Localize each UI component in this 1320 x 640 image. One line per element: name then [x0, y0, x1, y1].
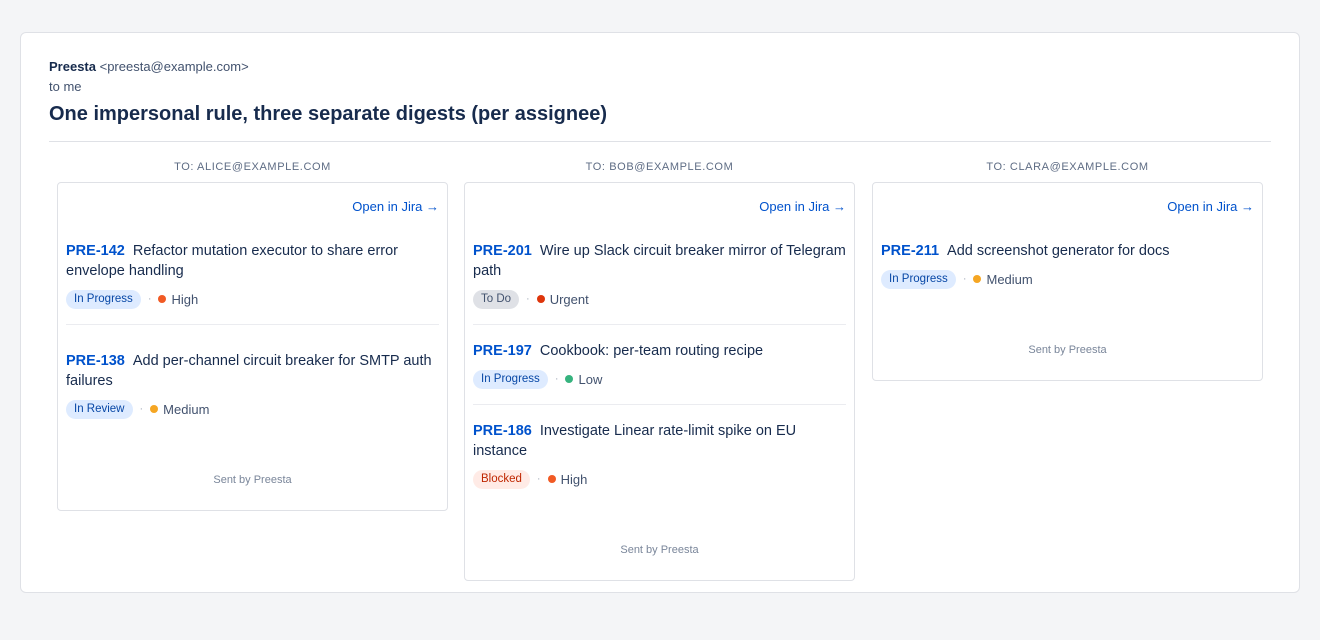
- priority-label: Low: [578, 371, 603, 387]
- priority-label: High: [171, 291, 199, 307]
- priority-dot-icon: [547, 475, 556, 483]
- meta-separator: ·: [536, 473, 541, 485]
- open-in-jira-link[interactable]: Open in Jira →: [881, 183, 1254, 215]
- issue-item: PRE-201 Wire up Slack circuit breaker mir…: [473, 215, 846, 325]
- status-badge: In Progress: [473, 369, 548, 389]
- email-message: Preesta <preesta@example.com> to me One …: [20, 32, 1300, 593]
- meta-separator: ·: [147, 293, 152, 305]
- priority-label: Urgent: [549, 291, 589, 307]
- meta-separator: ·: [554, 373, 559, 385]
- issue-title: Add screenshot generator for docs: [947, 243, 1170, 259]
- priority-dot-icon: [150, 405, 159, 413]
- sender-name: Preesta: [49, 59, 96, 74]
- status-badge: Blocked: [473, 469, 530, 489]
- priority-label: High: [560, 471, 588, 487]
- meta-separator: ·: [962, 273, 967, 285]
- meta-separator: ·: [139, 403, 144, 415]
- issue-key-link[interactable]: PRE-211: [881, 243, 939, 259]
- digest-recipient-label: TO: CLARA@EXAMPLE.COM: [986, 161, 1149, 173]
- digest-footer: Sent by Preesta: [213, 474, 292, 486]
- open-in-jira-link[interactable]: Open in Jira →: [66, 183, 439, 215]
- issue-key-link[interactable]: PRE-138: [66, 353, 125, 369]
- digest-card: Open in Jira → PRE-201 Wire up Slack circ…: [464, 182, 855, 581]
- issue-key-link[interactable]: PRE-142: [66, 243, 125, 259]
- priority-dot-icon: [973, 275, 982, 283]
- meta-separator: ·: [526, 293, 530, 305]
- issue-item: PRE-186 Investigate Linear rate-limit spi…: [473, 405, 846, 504]
- issue-item: PRE-197 Cookbook: per-team routing recipe…: [473, 325, 846, 405]
- issue-item: PRE-142 Refactor mutation executor to sha…: [66, 215, 439, 325]
- digest-card: Open in Jira → PRE-211 Add screenshot gen…: [872, 182, 1263, 381]
- digest-column-alice: TO: ALICE@EXAMPLE.COM Open in Jira → PRE…: [57, 160, 448, 511]
- digest-column-bob: TO: BOB@EXAMPLE.COM Open in Jira → PRE-2…: [464, 160, 855, 581]
- status-badge: In Progress: [881, 269, 956, 289]
- priority-dot-icon: [158, 295, 167, 303]
- priority-label: Medium: [163, 401, 210, 417]
- status-badge: To Do: [473, 289, 520, 309]
- priority-dot-icon: [565, 375, 574, 383]
- recipient-line: to me: [49, 79, 82, 94]
- digest-recipient-label: TO: ALICE@EXAMPLE.COM: [174, 161, 331, 173]
- digest-recipient-label: TO: BOB@EXAMPLE.COM: [585, 161, 734, 173]
- sender-line: Preesta <preesta@example.com>: [49, 59, 249, 74]
- open-in-jira-link[interactable]: Open in Jira →: [473, 183, 846, 215]
- digest-footer: Sent by Preesta: [620, 544, 699, 556]
- digest-card: Open in Jira → PRE-142 Refactor mutation …: [57, 182, 448, 511]
- sender-email: <preesta@example.com>: [99, 59, 249, 74]
- email-subject: One impersonal rule, three separate dige…: [49, 103, 607, 125]
- priority-dot-icon: [536, 295, 545, 303]
- issue-title: Cookbook: per-team routing recipe: [539, 343, 764, 359]
- issue-item: PRE-211 Add screenshot generator for docs…: [881, 215, 1254, 304]
- issue-key-link[interactable]: PRE-186: [473, 423, 532, 439]
- status-badge: In Review: [66, 399, 133, 419]
- issue-item: PRE-138 Add per-channel circuit breaker f…: [66, 325, 439, 434]
- issue-key-link[interactable]: PRE-197: [473, 343, 532, 359]
- digest-column-clara: TO: CLARA@EXAMPLE.COM Open in Jira → PRE…: [872, 160, 1263, 381]
- status-badge: In Progress: [66, 289, 141, 309]
- priority-label: Medium: [986, 271, 1033, 287]
- digest-footer: Sent by Preesta: [1028, 344, 1107, 356]
- header-divider: [49, 141, 1271, 142]
- issue-key-link[interactable]: PRE-201: [473, 243, 532, 259]
